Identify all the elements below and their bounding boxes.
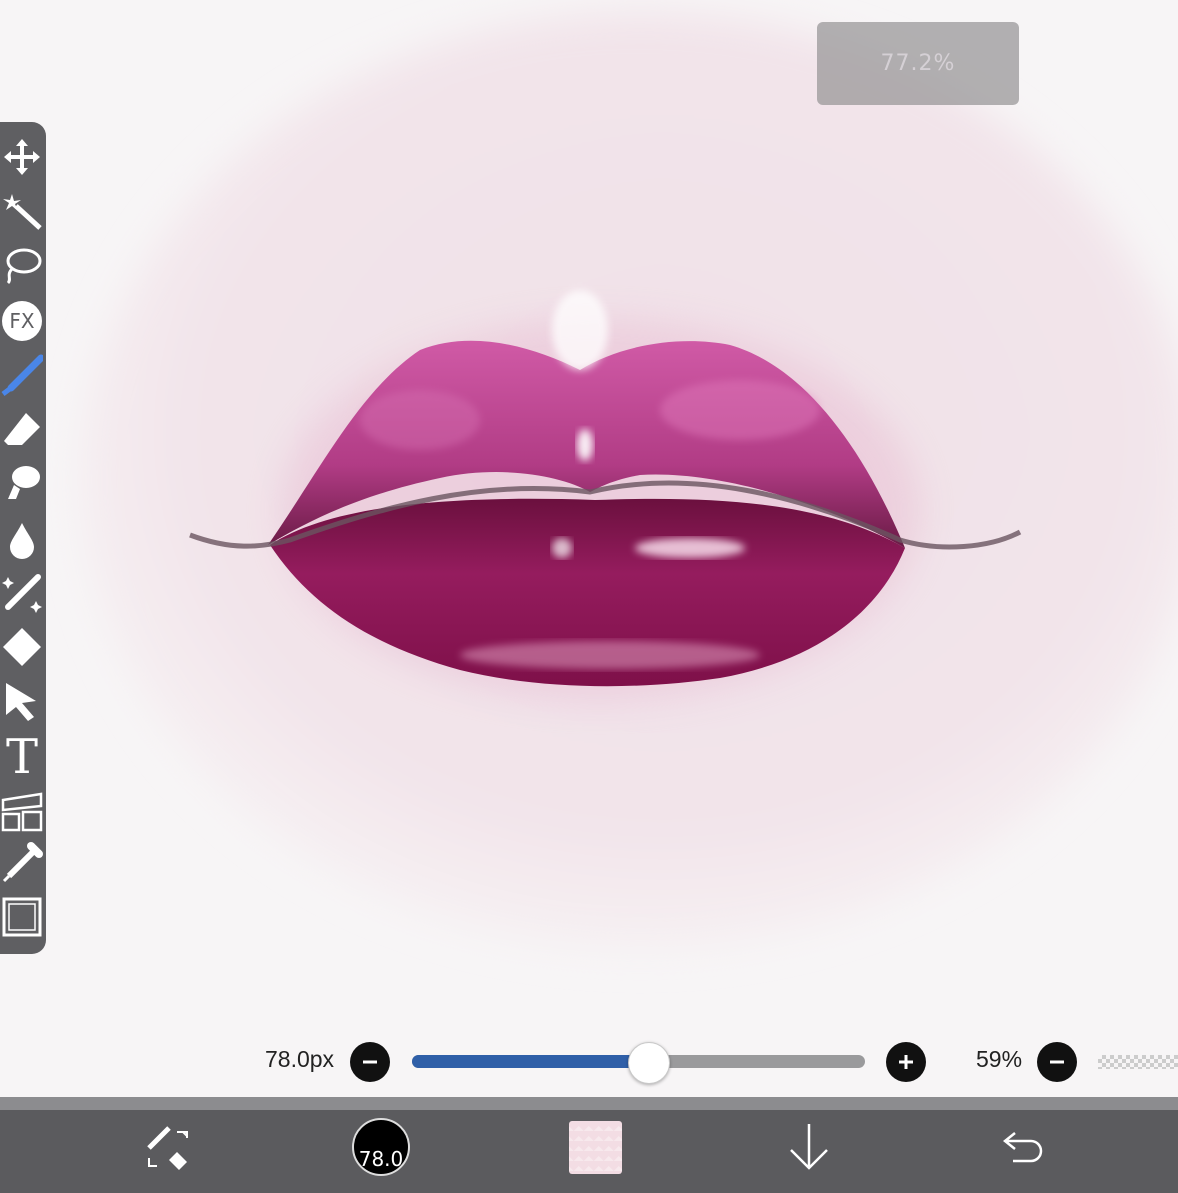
brush-size-slider-thumb[interactable] bbox=[627, 1042, 670, 1084]
undo-icon[interactable] bbox=[1000, 1112, 1046, 1182]
tool-palette: FX T bbox=[0, 122, 46, 954]
blur-icon[interactable] bbox=[0, 514, 44, 564]
smudge-icon[interactable] bbox=[0, 458, 44, 508]
current-color bbox=[568, 1120, 622, 1174]
text-tool-label: T bbox=[5, 729, 38, 785]
brush-icon[interactable] bbox=[0, 350, 44, 400]
fx-icon[interactable]: FX bbox=[0, 296, 44, 346]
brush-size-slider-fill bbox=[412, 1055, 648, 1068]
minus-icon bbox=[363, 1060, 377, 1064]
opacity-slider[interactable] bbox=[1098, 1055, 1178, 1069]
minus-icon bbox=[1050, 1060, 1064, 1064]
magic-wand-icon[interactable] bbox=[0, 187, 44, 237]
brush-eraser-swap-icon[interactable] bbox=[140, 1112, 195, 1182]
size-increase-button[interactable] bbox=[886, 1042, 926, 1082]
canvas-icon[interactable] bbox=[0, 892, 44, 942]
frame-divider-icon[interactable] bbox=[0, 786, 44, 836]
fx-label: FX bbox=[2, 301, 42, 341]
move-icon[interactable] bbox=[0, 132, 44, 182]
brush-size-label: 78.0px bbox=[265, 1046, 335, 1072]
brush-size-value: 78.0 bbox=[352, 1118, 410, 1176]
layer-down-icon[interactable] bbox=[786, 1112, 832, 1182]
brush-opacity-label: 59% bbox=[976, 1046, 1023, 1072]
text-icon[interactable]: T bbox=[0, 732, 44, 782]
size-decrease-button[interactable] bbox=[350, 1042, 390, 1082]
opacity-decrease-button[interactable] bbox=[1037, 1042, 1077, 1082]
color-swatch[interactable] bbox=[568, 1112, 622, 1182]
brush-size-indicator[interactable]: 78.0 bbox=[350, 1112, 412, 1182]
select-icon[interactable] bbox=[0, 676, 44, 726]
special-brush-icon[interactable] bbox=[0, 568, 44, 618]
eraser-icon[interactable] bbox=[0, 404, 44, 454]
drawing-canvas[interactable] bbox=[0, 0, 1178, 1095]
fill-icon[interactable] bbox=[0, 622, 44, 672]
eyedropper-icon[interactable] bbox=[0, 838, 44, 888]
plus-icon bbox=[899, 1055, 913, 1069]
lasso-icon[interactable] bbox=[0, 240, 44, 290]
zoom-level-badge: 77.2% bbox=[817, 22, 1019, 105]
